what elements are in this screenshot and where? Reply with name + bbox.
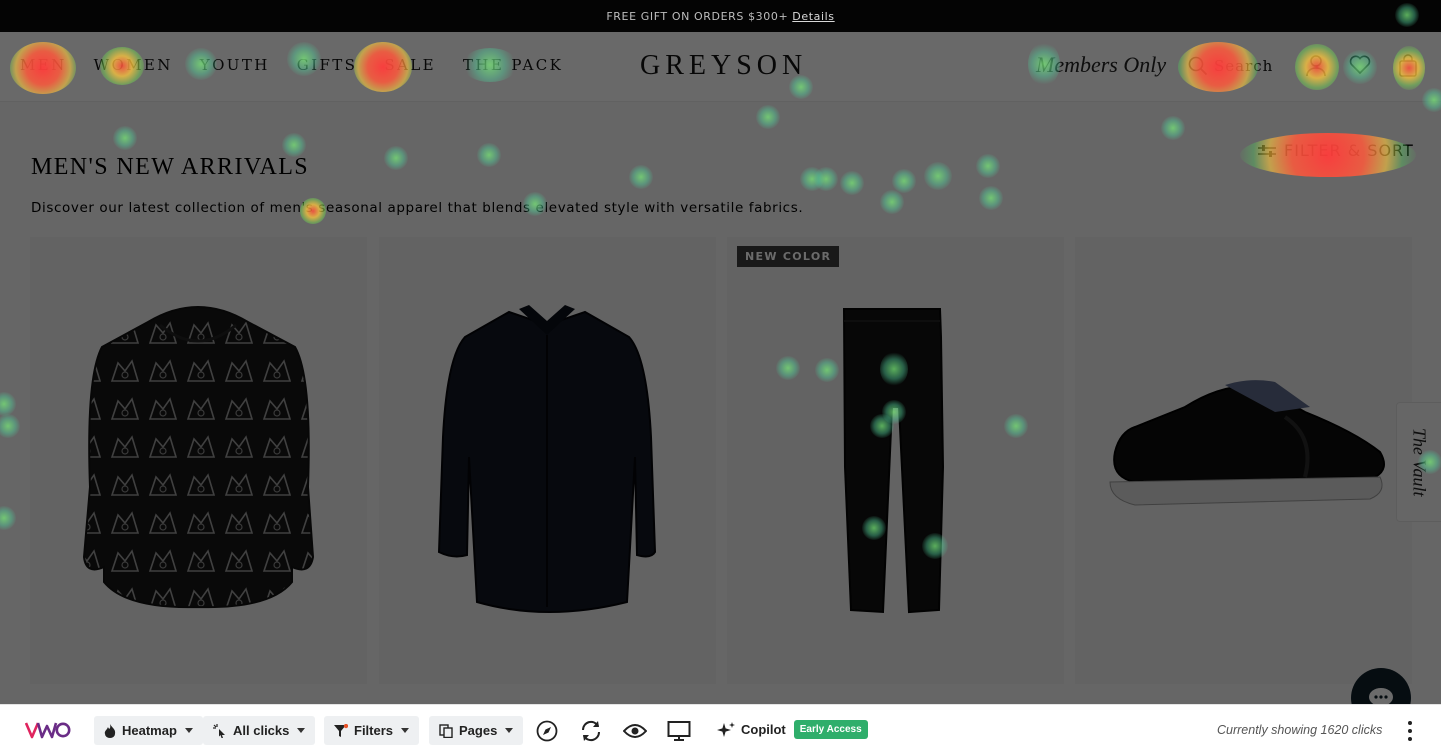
device-toggle-button[interactable]	[667, 719, 691, 743]
wishlist-button[interactable]	[1347, 52, 1373, 78]
product-card-pants[interactable]: NEW COLOR	[727, 237, 1064, 684]
site-header: MEN WOMEN YOUTH GIFTS SALE THE PACK GREY…	[0, 32, 1441, 102]
patterned-hoodie-image	[82, 306, 315, 609]
nav-item-the-pack[interactable]: THE PACK	[463, 56, 563, 74]
pages-label: Pages	[459, 723, 498, 738]
announcement-bar: FREE GIFT ON ORDERS $300+ Details	[0, 0, 1441, 32]
announcement-text: FREE GIFT ON ORDERS $300+	[606, 9, 789, 23]
filter-sort-button[interactable]: FILTER & SORT	[1258, 141, 1414, 160]
heatmap-dropdown[interactable]: Heatmap	[94, 716, 203, 745]
chevron-down-icon	[401, 728, 410, 733]
the-vault-label: The Vault	[1409, 427, 1430, 497]
heart-icon	[1349, 55, 1371, 75]
user-icon	[1306, 55, 1326, 77]
click-type-dropdown[interactable]: All clicks	[203, 716, 316, 745]
cart-button[interactable]	[1395, 52, 1421, 78]
navigate-mode-button[interactable]	[535, 719, 559, 743]
black-sneaker-image	[1109, 380, 1385, 506]
product-card-sneaker[interactable]	[1075, 237, 1412, 684]
announcement-details-link[interactable]: Details	[792, 10, 834, 23]
search-label: Search	[1214, 57, 1274, 75]
the-vault-tab[interactable]: The Vault	[1396, 402, 1441, 522]
chevron-down-icon	[184, 728, 193, 733]
cursor-click-icon	[213, 723, 225, 738]
nav-item-men[interactable]: MEN	[20, 56, 67, 74]
new-color-badge: NEW COLOR	[737, 246, 840, 267]
filter-sort-label: FILTER & SORT	[1284, 141, 1414, 160]
vwo-logo	[24, 720, 71, 745]
filters-dropdown[interactable]: Filters	[324, 716, 420, 745]
clicks-label: All clicks	[233, 723, 290, 738]
product-card-hoodie[interactable]	[30, 237, 367, 684]
nav-item-women[interactable]: WOMEN	[94, 56, 173, 74]
product-card-shirt[interactable]	[379, 237, 716, 684]
product-listing-page: MEN WOMEN YOUTH GIFTS SALE THE PACK GREY…	[0, 32, 1441, 704]
funnel-icon	[334, 723, 348, 737]
chevron-down-icon	[297, 728, 306, 733]
preview-button[interactable]	[623, 719, 647, 743]
vwo-logo-mark	[24, 722, 71, 739]
desktop-icon	[667, 721, 691, 741]
dot	[1408, 721, 1412, 725]
pages-icon	[439, 723, 453, 738]
more-options-button[interactable]	[1402, 719, 1418, 743]
members-only-link[interactable]: Members Only	[1036, 52, 1166, 78]
account-button[interactable]	[1303, 52, 1329, 78]
black-dress-shirt-image	[437, 305, 657, 613]
vwo-toolbar: Heatmap All clicks Filters Pages Copilot…	[0, 704, 1441, 754]
heatmap-label: Heatmap	[122, 723, 177, 738]
refresh-icon	[581, 720, 601, 742]
copilot-label: Copilot	[741, 722, 786, 737]
flame-icon	[104, 723, 116, 738]
sparkle-icon	[717, 721, 735, 737]
collection-title: MEN'S NEW ARRIVALS	[31, 154, 310, 180]
refresh-button[interactable]	[579, 719, 603, 743]
search-icon	[1188, 56, 1208, 76]
pages-dropdown[interactable]: Pages	[429, 716, 524, 745]
nav-item-youth[interactable]: YOUTH	[200, 56, 270, 74]
collection-description: Discover our latest collection of men's …	[31, 200, 804, 216]
black-trousers-image	[842, 308, 945, 614]
sliders-icon	[1258, 144, 1276, 157]
compass-icon	[536, 720, 558, 742]
filters-label: Filters	[354, 723, 394, 738]
early-access-badge: Early Access	[793, 720, 868, 739]
dot	[1408, 729, 1412, 733]
search-button[interactable]: Search	[1188, 56, 1273, 76]
click-count-status: Currently showing 1620 clicks	[1217, 723, 1383, 737]
eye-icon	[623, 724, 647, 738]
copilot-button[interactable]: Copilot Early Access	[717, 720, 868, 739]
chat-bubble-icon	[1369, 688, 1393, 704]
main-nav: MEN WOMEN YOUTH GIFTS SALE THE PACK	[20, 56, 590, 74]
dot	[1408, 737, 1412, 741]
brand-logo[interactable]: GREYSON	[640, 50, 807, 82]
nav-item-sale[interactable]: SALE	[384, 56, 436, 74]
nav-item-gifts[interactable]: GIFTS	[297, 56, 358, 74]
chevron-down-icon	[505, 728, 514, 733]
bag-icon	[1399, 54, 1417, 77]
